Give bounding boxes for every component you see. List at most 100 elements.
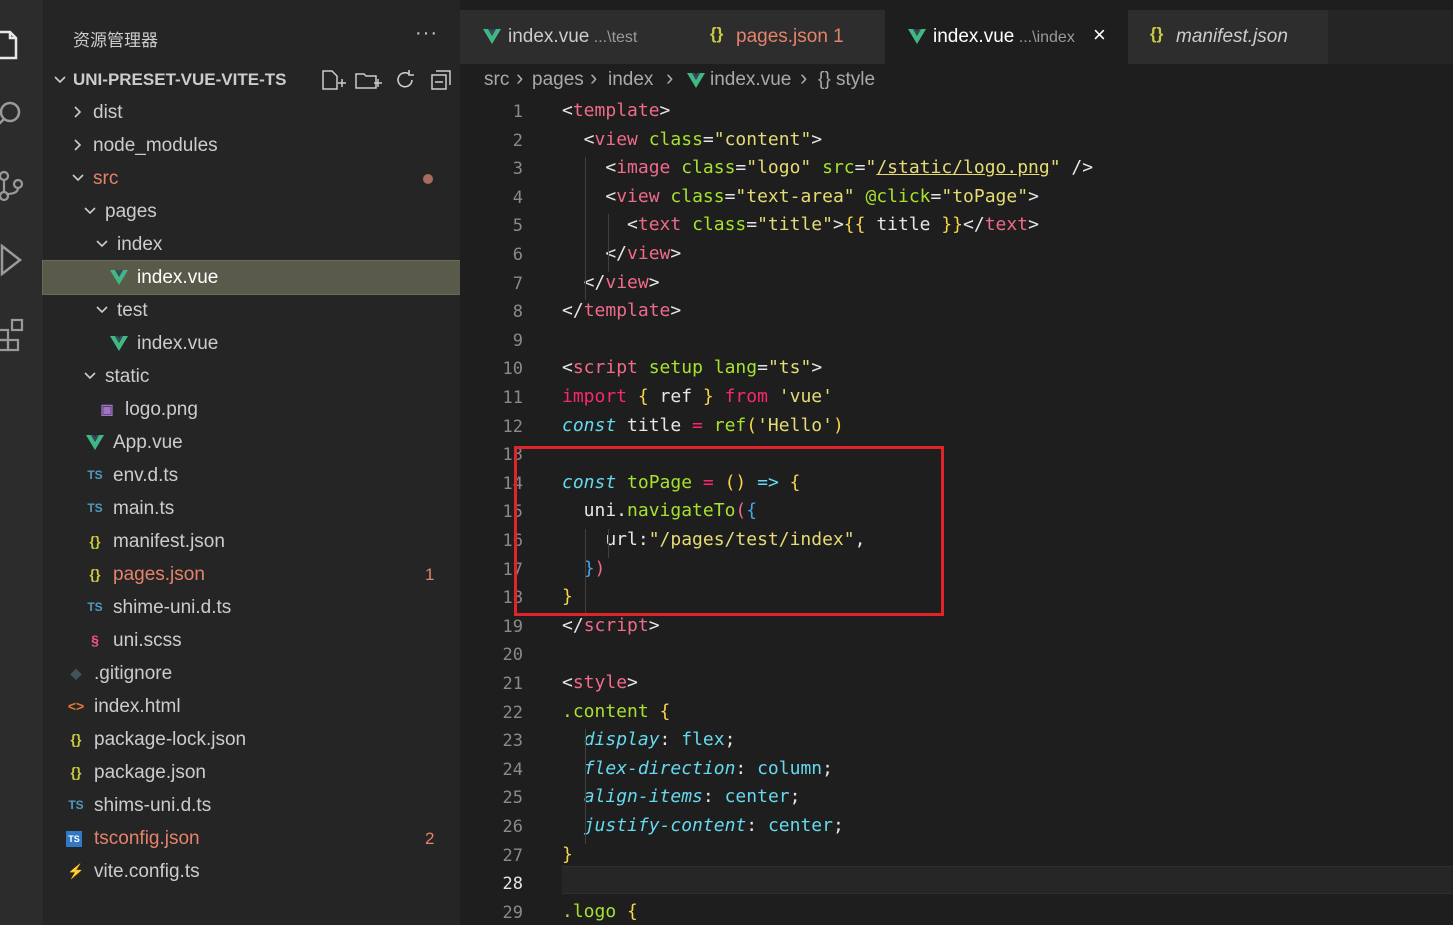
vue-file-icon (687, 73, 705, 88)
tree-item-label: manifest.json (113, 531, 225, 552)
tab-file-name: index.vue (508, 26, 590, 47)
editor-tab[interactable]: index.vue ...\test (460, 10, 688, 64)
tree-item[interactable]: § uni.scss (43, 624, 460, 657)
code-token: /> (1060, 157, 1094, 179)
chevron-down-icon[interactable] (95, 303, 109, 317)
breadcrumb-item[interactable]: index.vue (710, 69, 791, 91)
code-token: style (572, 672, 628, 693)
code-token: "text-area" (735, 185, 855, 207)
code-token: "logo" (746, 157, 812, 179)
git-file-icon: ◆ (70, 665, 82, 681)
tree-item[interactable]: index (43, 228, 460, 261)
extensions-icon[interactable] (0, 314, 26, 354)
line-number: 20 (502, 645, 523, 666)
code-token: .content (562, 700, 649, 722)
tree-item-label: .gitignore (94, 663, 173, 684)
tree-item[interactable]: TS shime-uni.d.ts (43, 591, 460, 624)
breadcrumb-item[interactable]: src (484, 69, 509, 91)
code-token: from (724, 386, 768, 407)
run-debug-icon[interactable] (0, 240, 26, 280)
problem-count-badge: 2 (425, 829, 435, 848)
chevron-right-icon[interactable] (71, 105, 85, 119)
tree-item[interactable]: ⚡ vite.config.ts (43, 855, 460, 888)
modified-dot-icon (423, 174, 433, 184)
breadcrumb-item[interactable]: {} style (818, 69, 875, 91)
code-token: script (583, 614, 649, 636)
tree-item[interactable]: {} pages.json 1 (43, 558, 460, 591)
close-icon[interactable]: × (1093, 22, 1106, 48)
code-token: class (692, 214, 747, 236)
chevron-right-icon[interactable] (71, 138, 85, 152)
code-line: </view> (562, 272, 660, 293)
indent-guide (608, 214, 609, 272)
tree-item[interactable]: ▣ logo.png (43, 393, 460, 426)
tree-item[interactable]: index.vue (42, 260, 461, 295)
code-token: </ (562, 300, 584, 322)
editor-tab[interactable]: {} manifest.json (1128, 10, 1328, 64)
search-icon[interactable] (0, 94, 26, 134)
tree-item-label: index.vue (137, 333, 219, 354)
tree-item[interactable]: dist (43, 96, 460, 129)
more-actions-icon[interactable]: ··· (415, 22, 438, 45)
code-line: </view> (562, 243, 681, 264)
vite-file-icon: ⚡ (67, 863, 85, 879)
code-line: const title = ref('Hello') (562, 415, 844, 436)
line-number: 22 (502, 702, 523, 723)
line-number: 5 (512, 216, 523, 237)
tree-item[interactable]: static (43, 360, 460, 393)
code-token: { (659, 700, 671, 722)
tree-item[interactable]: index.vue (43, 327, 460, 360)
editor-tab[interactable]: index.vue ...\index × (885, 10, 1128, 64)
json-file-icon: {} (710, 24, 724, 43)
code-token: flex (681, 729, 725, 751)
image-file-icon: ▣ (100, 401, 114, 417)
ts-file-icon: TS (87, 501, 103, 515)
tree-item[interactable]: TS shims-uni.d.ts (43, 789, 460, 822)
code-token: .logo (562, 900, 617, 922)
chevron-down-icon[interactable] (71, 171, 85, 185)
breadcrumb-item[interactable]: index (608, 69, 653, 91)
tree-item[interactable]: pages (43, 195, 460, 228)
code-token: center (767, 815, 833, 836)
chevron-down-icon[interactable] (83, 369, 97, 383)
breadcrumb-item[interactable]: pages (532, 69, 584, 91)
scss-file-icon: § (91, 632, 99, 648)
tree-item[interactable]: {} package-lock.json (43, 723, 460, 756)
tree-item[interactable]: TS env.d.ts (43, 459, 460, 492)
code-token: > (670, 243, 682, 264)
chevron-down-icon[interactable] (95, 237, 109, 251)
code-token: ref (713, 414, 747, 436)
line-number: 23 (502, 731, 523, 752)
source-control-icon[interactable] (0, 166, 26, 206)
tree-item[interactable]: {} package.json (43, 756, 460, 789)
tree-item[interactable]: node_modules (43, 129, 460, 162)
tree-item[interactable]: {} manifest.json (43, 525, 460, 558)
new-folder-icon[interactable] (354, 69, 384, 91)
refresh-icon[interactable] (390, 69, 420, 91)
tree-item[interactable]: TS main.ts (43, 492, 460, 525)
code-token: : (735, 757, 758, 779)
tree-item[interactable]: src (43, 162, 460, 195)
tree-item[interactable]: test (43, 294, 460, 327)
tree-item-label: index.vue (137, 267, 219, 288)
code-line: .logo { (562, 901, 638, 922)
tree-item[interactable]: ◆ .gitignore (43, 657, 460, 690)
editor-tab[interactable]: {} pages.json 1 (688, 10, 885, 64)
project-header[interactable]: UNI-PRESET-VUE-VITE-TS (43, 63, 460, 96)
tab-title: manifest.json (1176, 26, 1288, 48)
chevron-down-icon[interactable] (83, 204, 97, 218)
code-token: lang (713, 357, 758, 379)
tree-item[interactable]: App.vue (43, 426, 460, 459)
line-number: 10 (502, 359, 523, 380)
tree-item-label: test (117, 300, 148, 321)
explorer-icon[interactable] (0, 24, 26, 64)
code-token: < (562, 128, 595, 150)
new-file-icon[interactable] (318, 69, 348, 91)
collapse-all-icon[interactable] (426, 69, 456, 91)
tree-item[interactable]: <> index.html (43, 690, 460, 723)
tree-item[interactable]: TS tsconfig.json 2 (43, 822, 460, 855)
code-token: 'Hello' (757, 414, 833, 436)
